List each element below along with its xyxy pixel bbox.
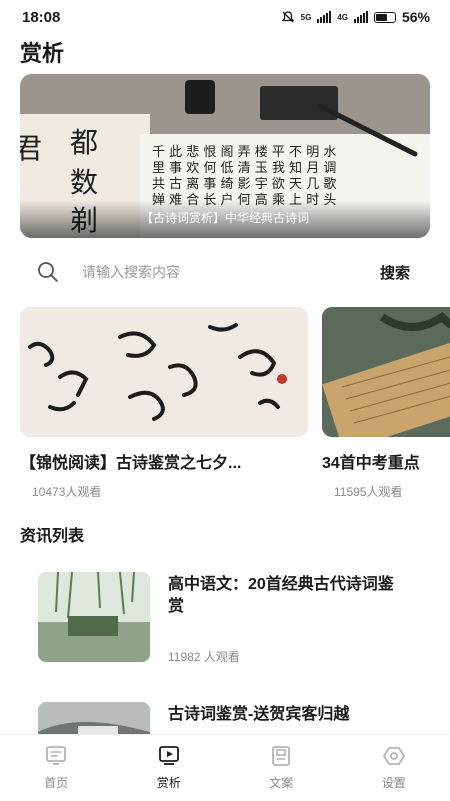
featured-card[interactable]: 34首中考重点 11595人观看 xyxy=(322,307,450,500)
news-thumbnail xyxy=(38,572,150,662)
banner-caption: 【古诗词赏析】中华经典古诗词 xyxy=(20,200,430,238)
battery-icon xyxy=(374,12,396,23)
svg-text:君: 君 xyxy=(20,132,42,165)
document-icon xyxy=(271,746,291,766)
status-bar: 18:08 5G 4G 56% xyxy=(0,0,450,34)
play-tv-icon xyxy=(158,746,180,766)
featured-card-image xyxy=(322,307,450,437)
signal-icon-2 xyxy=(354,11,368,23)
tab-label-appreciation: 赏析 xyxy=(157,774,181,791)
tab-copywriting[interactable]: 文案 xyxy=(225,735,338,801)
svg-text:里 事 欢 何 低 清 玉 我 知 月 调: 里 事 欢 何 低 清 玉 我 知 月 调 xyxy=(152,160,336,176)
mute-icon xyxy=(281,10,295,24)
signal-icon xyxy=(317,11,331,23)
tab-settings[interactable]: 设置 xyxy=(338,735,450,801)
featured-card-views: 10473人观看 xyxy=(20,483,310,500)
news-section-title: 资讯列表 xyxy=(20,522,84,546)
featured-card-views: 11595人观看 xyxy=(322,483,450,500)
search-bar: 搜索 xyxy=(20,252,430,292)
tab-home[interactable]: 首页 xyxy=(0,735,113,801)
featured-carousel[interactable]: 【锦悦阅读】古诗鉴赏之七夕... 10473人观看 34首中考重点 11595人… xyxy=(20,307,450,507)
status-time: 18:08 xyxy=(22,9,60,26)
featured-card-title: 【锦悦阅读】古诗鉴赏之七夕... xyxy=(20,449,300,473)
featured-card[interactable]: 【锦悦阅读】古诗鉴赏之七夕... 10473人观看 xyxy=(20,307,310,500)
news-item[interactable]: 高中语文：20首经典古代诗词鉴赏 11982 人观看 xyxy=(38,572,418,668)
featured-card-title: 34首中考重点 xyxy=(322,449,450,473)
svg-text:都: 都 xyxy=(70,126,98,159)
search-input[interactable] xyxy=(70,254,368,290)
tab-label-settings: 设置 xyxy=(382,774,406,791)
battery-level: 56% xyxy=(402,9,430,25)
search-icon xyxy=(20,255,70,289)
tab-label-copywriting: 文案 xyxy=(269,774,293,791)
search-button[interactable]: 搜索 xyxy=(368,262,430,283)
news-title: 高中语文：20首经典古代诗词鉴赏 xyxy=(168,574,408,618)
svg-text:千 此 悲 恨 阁 弄 楼 平 不 明 水: 千 此 悲 恨 阁 弄 楼 平 不 明 水 xyxy=(152,144,336,160)
news-views: 11982 人观看 xyxy=(168,648,240,665)
svg-text:数: 数 xyxy=(70,166,98,199)
tab-label-home: 首页 xyxy=(44,774,68,791)
home-icon xyxy=(45,746,67,766)
banner[interactable]: 千 此 悲 恨 阁 弄 楼 平 不 明 水 里 事 欢 何 低 清 玉 我 知 … xyxy=(20,74,430,238)
tab-appreciation[interactable]: 赏析 xyxy=(113,735,226,801)
network-type-1: 5G xyxy=(301,13,312,22)
status-icons: 5G 4G 56% xyxy=(281,9,430,25)
news-title: 古诗词鉴赏-送贺宾客归越 xyxy=(168,704,408,726)
settings-icon xyxy=(383,746,405,766)
bottom-tab-bar: 首页 赏析 文案 设置 xyxy=(0,734,450,801)
page-title: 赏析 xyxy=(20,36,64,68)
svg-text:共 古 离 事 绮 影 宇 欲 天 几 歌: 共 古 离 事 绮 影 宇 欲 天 几 歌 xyxy=(152,176,336,192)
featured-card-image xyxy=(20,307,308,437)
network-type-2: 4G xyxy=(337,13,348,22)
